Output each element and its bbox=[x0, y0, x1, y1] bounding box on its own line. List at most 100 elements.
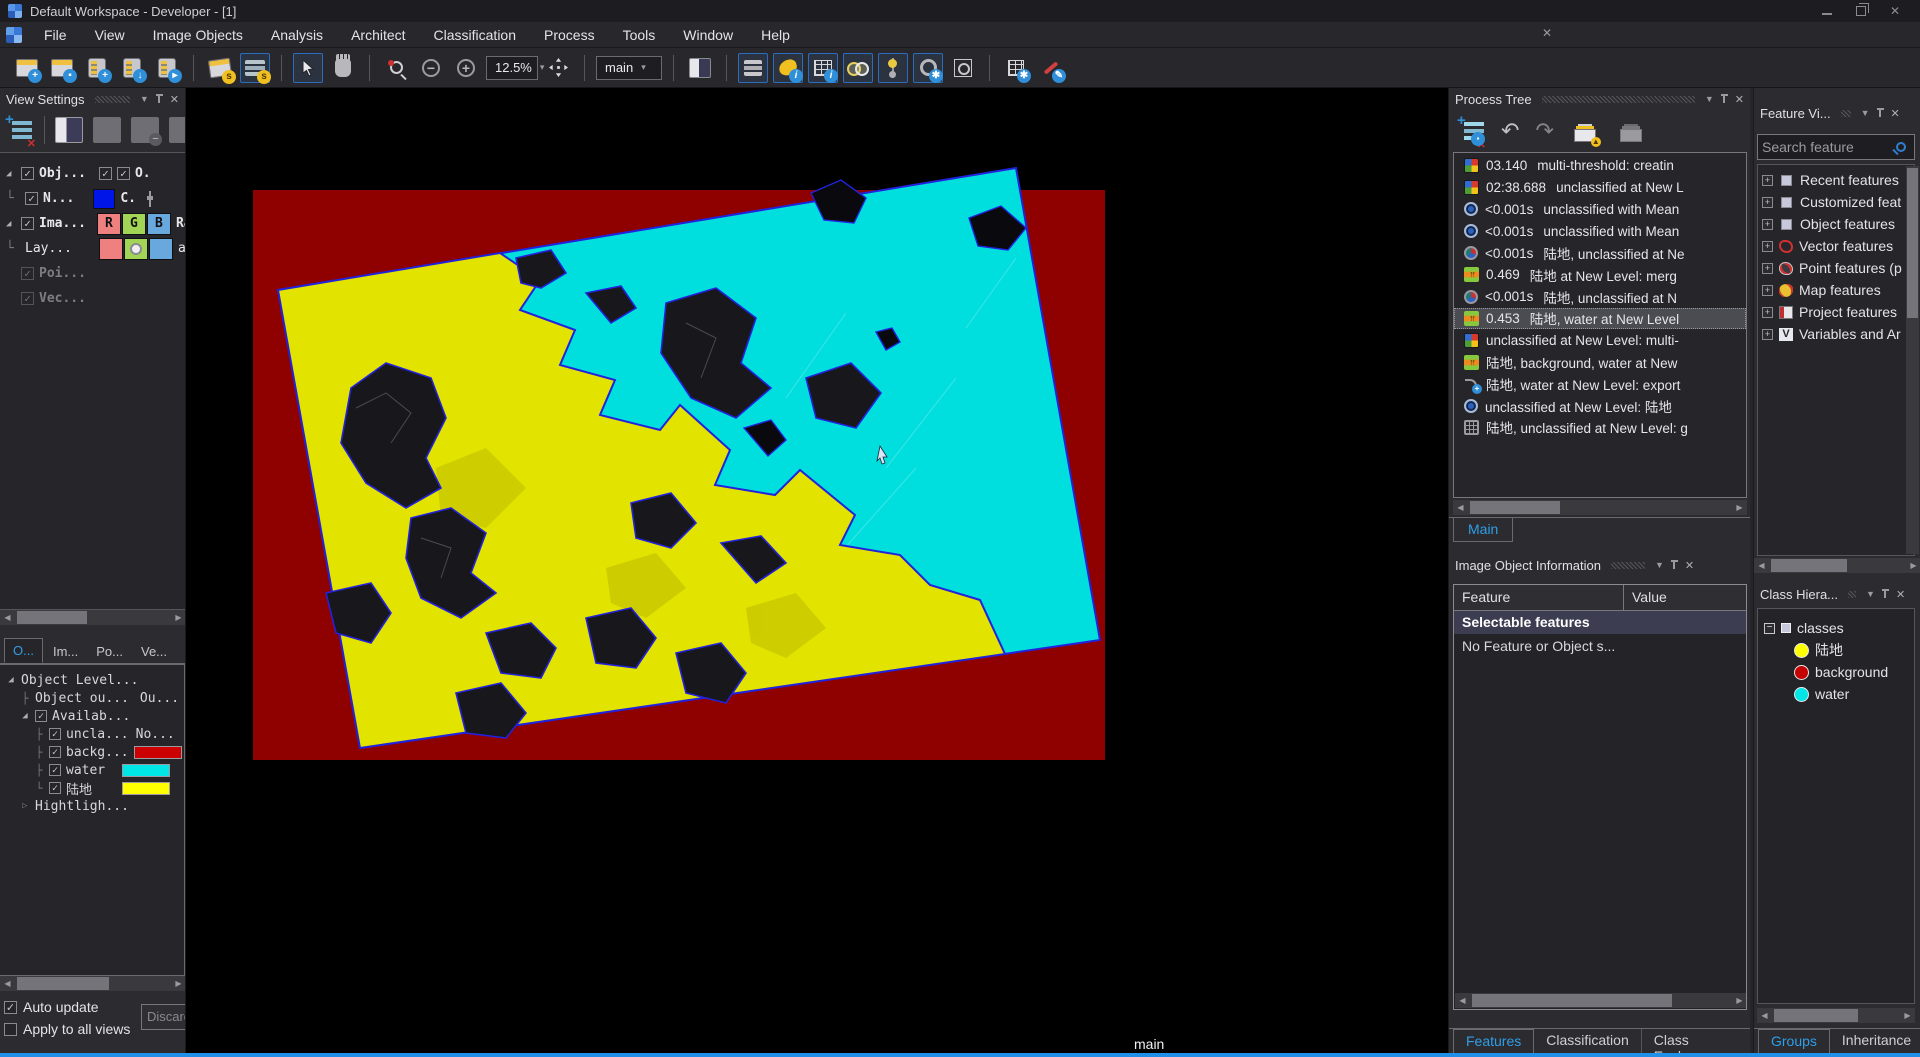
chevron-down-icon[interactable]: ▼ bbox=[1655, 560, 1664, 570]
menu-analysis[interactable]: Analysis bbox=[259, 24, 335, 46]
redo-icon[interactable]: ↷ bbox=[1535, 121, 1553, 141]
green-channel-box[interactable]: G bbox=[122, 213, 146, 235]
expand-icon[interactable]: + bbox=[1762, 219, 1773, 230]
child-close-icon[interactable]: ✕ bbox=[1542, 26, 1552, 40]
tree-row-point-cloud[interactable]: ✓ Poi... bbox=[0, 261, 185, 286]
expander-icon[interactable]: ◢ bbox=[6, 219, 16, 229]
pin-icon[interactable] bbox=[1720, 93, 1729, 105]
close-icon[interactable]: ✕ bbox=[1685, 559, 1694, 572]
process-item[interactable]: 陆地, unclassified at New Level: g bbox=[1454, 417, 1746, 439]
menu-help[interactable]: Help bbox=[749, 24, 802, 46]
run-processes-button[interactable]: ▲ bbox=[1570, 116, 1600, 146]
show-outlines-button[interactable]: ✱ bbox=[913, 53, 943, 83]
table-group-row[interactable]: Selectable features bbox=[1454, 611, 1746, 634]
tab-class-evaluation[interactable]: Class Evalua... bbox=[1642, 1029, 1750, 1053]
layer-blue-box[interactable] bbox=[149, 238, 173, 260]
tree-row-navigation[interactable]: └ ✓ N... C. bbox=[0, 186, 185, 211]
expand-icon[interactable]: + bbox=[1762, 263, 1773, 274]
process-item[interactable]: 03.140multi-threshold: creatin bbox=[1454, 155, 1746, 177]
undo-icon[interactable]: ↶ bbox=[1501, 121, 1519, 141]
zoom-select-button[interactable] bbox=[381, 53, 411, 83]
pin-icon[interactable] bbox=[155, 93, 164, 105]
layout-two-button[interactable] bbox=[93, 117, 121, 143]
open-project-button[interactable]: ▸ bbox=[152, 53, 182, 83]
chevron-down-icon[interactable]: ▼ bbox=[1705, 94, 1714, 104]
checkbox[interactable]: ✓ bbox=[21, 167, 34, 180]
load-ruleset-button[interactable]: s bbox=[205, 53, 235, 83]
tree-row-object-outline[interactable]: ├ Object ou... Ou... bbox=[0, 689, 184, 707]
checkbox[interactable]: ✓ bbox=[21, 217, 34, 230]
map-tab-label[interactable]: main bbox=[1134, 1036, 1164, 1052]
add-project-button[interactable]: + bbox=[82, 53, 112, 83]
search-input[interactable] bbox=[1762, 139, 1896, 155]
menu-window[interactable]: Window bbox=[671, 24, 745, 46]
feature-group-point[interactable]: +Point features (p bbox=[1758, 257, 1914, 279]
close-icon[interactable]: ✕ bbox=[170, 93, 179, 106]
tab-features[interactable]: Features bbox=[1453, 1029, 1534, 1053]
view-classification-button[interactable]: i bbox=[773, 53, 803, 83]
process-item[interactable]: 02:38.688unclassified at New L bbox=[1454, 177, 1746, 199]
tree-row-object-level[interactable]: ◢ Object Level... bbox=[0, 671, 184, 689]
pan-tool-button[interactable] bbox=[328, 53, 358, 83]
process-item[interactable]: 陆地, water at New Level: export bbox=[1454, 373, 1746, 395]
tab-point-clouds[interactable]: Po... bbox=[88, 640, 131, 663]
tree-row-layer[interactable]: └ Lay... au bbox=[0, 236, 185, 261]
collapse-icon[interactable]: − bbox=[1764, 623, 1775, 634]
checkbox[interactable]: ✓ bbox=[49, 782, 61, 794]
red-channel-box[interactable]: R bbox=[97, 213, 121, 235]
zoom-in-button[interactable]: + bbox=[451, 53, 481, 83]
checkbox[interactable]: ✓ bbox=[49, 746, 61, 758]
map-select-combo[interactable]: main ▾ bbox=[596, 56, 662, 80]
pin-icon[interactable] bbox=[1881, 588, 1890, 600]
delete-levels-button[interactable] bbox=[1616, 116, 1646, 146]
feature-group-project[interactable]: +Project features bbox=[1758, 301, 1914, 323]
tab-object-levels[interactable]: O... bbox=[4, 638, 43, 663]
show-classification-button[interactable] bbox=[843, 53, 873, 83]
classes-root[interactable]: − classes bbox=[1758, 617, 1914, 639]
tab-vector-layers[interactable]: Ve... bbox=[133, 640, 175, 663]
process-item[interactable]: unclassified at New Level: 陆地 bbox=[1454, 395, 1746, 417]
feature-group-variables[interactable]: +VVariables and Ar bbox=[1758, 323, 1914, 345]
view-layers-button[interactable] bbox=[738, 53, 768, 83]
expand-icon[interactable]: + bbox=[1762, 307, 1773, 318]
save-workspace-button[interactable]: ▪ bbox=[47, 53, 77, 83]
checkbox[interactable]: ✓ bbox=[117, 167, 130, 180]
process-item[interactable]: <0.001s陆地, unclassified at Ne bbox=[1454, 242, 1746, 264]
layout-single-button[interactable] bbox=[55, 117, 83, 143]
horizontal-scrollbar[interactable]: ◀▶ bbox=[1754, 558, 1920, 573]
feature-view-button[interactable]: i bbox=[808, 53, 838, 83]
zoom-out-button[interactable]: − bbox=[416, 53, 446, 83]
checkbox[interactable]: ✓ bbox=[49, 728, 61, 740]
menu-process[interactable]: Process bbox=[532, 24, 607, 46]
tab-image-layers[interactable]: Im... bbox=[45, 640, 86, 663]
tab-groups[interactable]: Groups bbox=[1758, 1029, 1830, 1053]
checkbox[interactable]: ✓ bbox=[21, 292, 34, 305]
discard-button[interactable]: Discard bbox=[141, 1004, 186, 1030]
class-item-background[interactable]: background bbox=[1758, 661, 1914, 683]
process-item[interactable]: 陆地, background, water at New bbox=[1454, 351, 1746, 373]
expand-icon[interactable]: + bbox=[1762, 329, 1773, 340]
checkbox[interactable]: ✓ bbox=[99, 167, 112, 180]
expand-icon[interactable]: + bbox=[1762, 197, 1773, 208]
tree-row-water-class[interactable]: ├ ✓ water bbox=[0, 761, 184, 779]
checkbox[interactable]: ✓ bbox=[21, 267, 34, 280]
feature-group-vector[interactable]: +Vector features bbox=[1758, 235, 1914, 257]
tab-main[interactable]: Main bbox=[1453, 518, 1513, 542]
layer-red-box[interactable] bbox=[99, 238, 123, 260]
pixel-view-button[interactable] bbox=[878, 53, 908, 83]
menu-architect[interactable]: Architect bbox=[339, 24, 417, 46]
layout-four-button[interactable]: − bbox=[131, 117, 159, 143]
tree-row-vector[interactable]: ✓ Vec... bbox=[0, 286, 185, 311]
checkbox[interactable]: ✓ bbox=[35, 710, 47, 722]
checkbox[interactable]: ✓ bbox=[49, 764, 61, 776]
split-view-button[interactable] bbox=[685, 53, 715, 83]
cursor-tool-button[interactable] bbox=[293, 53, 323, 83]
process-item-selected[interactable]: 0.453陆地, water at New Level bbox=[1454, 308, 1746, 330]
menu-classification[interactable]: Classification bbox=[422, 24, 528, 46]
tab-inheritance[interactable]: Inheritance bbox=[1830, 1029, 1920, 1053]
edit-thematic-button[interactable]: ✎ bbox=[1036, 53, 1066, 83]
feature-group-map[interactable]: +Map features bbox=[1758, 279, 1914, 301]
tree-row-land-class[interactable]: └ ✓ 陆地 bbox=[0, 779, 184, 797]
process-item[interactable]: <0.001sunclassified with Mean bbox=[1454, 199, 1746, 221]
tree-row-background-class[interactable]: ├ ✓ backg... bbox=[0, 743, 184, 761]
